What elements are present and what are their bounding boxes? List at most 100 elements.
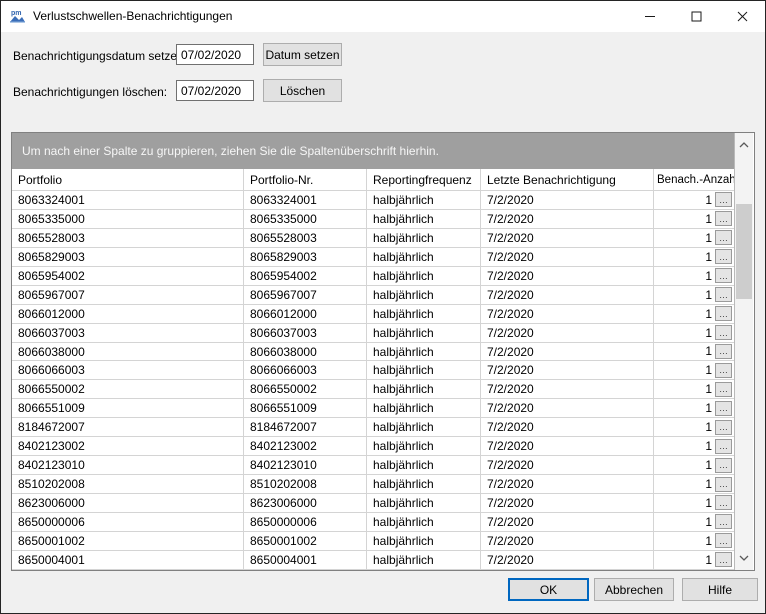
cell-letzte-benachrichtigung: 7/2/2020 [481,475,654,494]
ellipsis-button[interactable]: … [715,268,732,283]
cell-reportingfrequenz: halbjährlich [367,286,481,305]
column-header-letzte-benachrichtigung[interactable]: Letzte Benachrichtigung [481,169,654,191]
cell-portfolio-nr: 8066012000 [244,305,367,324]
ok-button[interactable]: OK [508,578,589,601]
ellipsis-button[interactable]: … [715,514,732,529]
table-row[interactable]: 8402123010 8402123010 halbjährlich 7/2/2… [12,456,735,475]
table-row[interactable]: 8066038000 8066038000 halbjährlich 7/2/2… [12,343,735,362]
cell-portfolio-nr: 8623006000 [244,494,367,513]
cell-portfolio: 8066037003 [12,324,244,343]
cell-portfolio-nr: 8065335000 [244,210,367,229]
help-button[interactable]: Hilfe [682,578,758,601]
cell-reportingfrequenz: halbjährlich [367,551,481,570]
delete-button[interactable]: Löschen [263,79,342,102]
ellipsis-button[interactable]: … [715,287,732,302]
ellipsis-button[interactable]: … [715,344,732,359]
table-rows: 8063324001 8063324001 halbjährlich 7/2/2… [12,191,735,570]
table-row[interactable]: 8066550002 8066550002 halbjährlich 7/2/2… [12,380,735,399]
cell-benach-anzahl: 1 … [654,324,735,343]
cell-portfolio-nr: 8510202008 [244,475,367,494]
cell-letzte-benachrichtigung: 7/2/2020 [481,286,654,305]
cell-letzte-benachrichtigung: 7/2/2020 [481,551,654,570]
cell-benach-anzahl: 1 … [654,248,735,267]
title-bar[interactable]: pm Verlustschwellen-Benachrichtigungen [1,1,765,32]
cell-portfolio-nr: 8065967007 [244,286,367,305]
ellipsis-button[interactable]: … [715,230,732,245]
set-date-input[interactable] [176,44,254,65]
cancel-button[interactable]: Abbrechen [594,578,674,601]
notification-count: 1 [705,534,712,548]
set-date-label: Benachrichtigungsdatum setzen: [13,49,187,63]
cell-reportingfrequenz: halbjährlich [367,456,481,475]
cell-letzte-benachrichtigung: 7/2/2020 [481,494,654,513]
cell-portfolio: 8650004001 [12,551,244,570]
ellipsis-button[interactable]: … [715,363,732,378]
table-row[interactable]: 8065335000 8065335000 halbjährlich 7/2/2… [12,210,735,229]
table-row[interactable]: 8184672007 8184672007 halbjährlich 7/2/2… [12,418,735,437]
table-row[interactable]: 8650004001 8650004001 halbjährlich 7/2/2… [12,551,735,570]
ellipsis-button[interactable]: … [715,325,732,340]
cell-portfolio: 8510202008 [12,475,244,494]
maximize-button[interactable] [673,1,719,32]
table-row[interactable]: 8650000006 8650000006 halbjährlich 7/2/2… [12,513,735,532]
scroll-down-icon[interactable] [735,548,753,568]
set-date-button[interactable]: Datum setzen [263,43,342,66]
table-row[interactable]: 8066066003 8066066003 halbjährlich 7/2/2… [12,361,735,380]
ellipsis-button[interactable]: … [715,382,732,397]
grid-content: Portfolio Portfolio-Nr. Reportingfrequen… [12,169,735,570]
table-row[interactable]: 8510202008 8510202008 halbjährlich 7/2/2… [12,475,735,494]
ellipsis-button[interactable]: … [715,211,732,226]
cell-reportingfrequenz: halbjährlich [367,418,481,437]
table-row[interactable]: 8065829003 8065829003 halbjährlich 7/2/2… [12,248,735,267]
close-button[interactable] [719,1,765,32]
ellipsis-button[interactable]: … [715,420,732,435]
notification-count: 1 [705,231,712,245]
cell-reportingfrequenz: halbjährlich [367,210,481,229]
ellipsis-button[interactable]: … [715,533,732,548]
table-row[interactable]: 8066037003 8066037003 halbjährlich 7/2/2… [12,324,735,343]
table-row[interactable]: 8623006000 8623006000 halbjährlich 7/2/2… [12,494,735,513]
cell-portfolio-nr: 8402123002 [244,437,367,456]
cell-benach-anzahl: 1 … [654,305,735,324]
ellipsis-button[interactable]: … [715,439,732,454]
table-row[interactable]: 8066012000 8066012000 halbjährlich 7/2/2… [12,305,735,324]
vertical-scrollbar[interactable] [734,133,753,570]
table-row[interactable]: 8065967007 8065967007 halbjährlich 7/2/2… [12,286,735,305]
cell-portfolio-nr: 8065528003 [244,229,367,248]
column-header-reportingfrequenz[interactable]: Reportingfrequenz [367,169,481,191]
table-row[interactable]: 8402123002 8402123002 halbjährlich 7/2/2… [12,437,735,456]
ellipsis-button[interactable]: … [715,495,732,510]
minimize-button[interactable] [627,1,673,32]
scrollbar-thumb[interactable] [736,204,752,299]
delete-input[interactable] [176,80,254,101]
ellipsis-button[interactable]: … [715,249,732,264]
ellipsis-button[interactable]: … [715,458,732,473]
column-header-benach-anzahl[interactable]: Benach.-Anzahl [654,169,735,191]
cell-portfolio: 8623006000 [12,494,244,513]
dialog-window: pm Verlustschwellen-Benachrichtigungen B… [0,0,766,614]
cell-letzte-benachrichtigung: 7/2/2020 [481,456,654,475]
table-row[interactable]: 8650001002 8650001002 halbjährlich 7/2/2… [12,532,735,551]
ellipsis-button[interactable]: … [715,192,732,207]
cell-benach-anzahl: 1 … [654,494,735,513]
table-row[interactable]: 8063324001 8063324001 halbjährlich 7/2/2… [12,191,735,210]
column-header-portfolio[interactable]: Portfolio [12,169,244,191]
scroll-up-icon[interactable] [735,135,753,155]
column-header-portfolio-nr[interactable]: Portfolio-Nr. [244,169,367,191]
cell-portfolio-nr: 8650004001 [244,551,367,570]
ellipsis-button[interactable]: … [715,477,732,492]
ellipsis-button[interactable]: … [715,306,732,321]
cell-portfolio: 8065954002 [12,267,244,286]
table-row[interactable]: 8065528003 8065528003 halbjährlich 7/2/2… [12,229,735,248]
ellipsis-button[interactable]: … [715,552,732,567]
notification-count: 1 [705,363,712,377]
cell-letzte-benachrichtigung: 7/2/2020 [481,343,654,362]
cell-reportingfrequenz: halbjährlich [367,267,481,286]
table-row[interactable]: 8065954002 8065954002 halbjährlich 7/2/2… [12,267,735,286]
cell-reportingfrequenz: halbjährlich [367,229,481,248]
notification-count: 1 [705,401,712,415]
table-row[interactable]: 8066551009 8066551009 halbjährlich 7/2/2… [12,399,735,418]
ellipsis-button[interactable]: … [715,401,732,416]
cell-benach-anzahl: 1 … [654,380,735,399]
group-by-panel[interactable]: Um nach einer Spalte zu gruppieren, zieh… [12,133,735,169]
